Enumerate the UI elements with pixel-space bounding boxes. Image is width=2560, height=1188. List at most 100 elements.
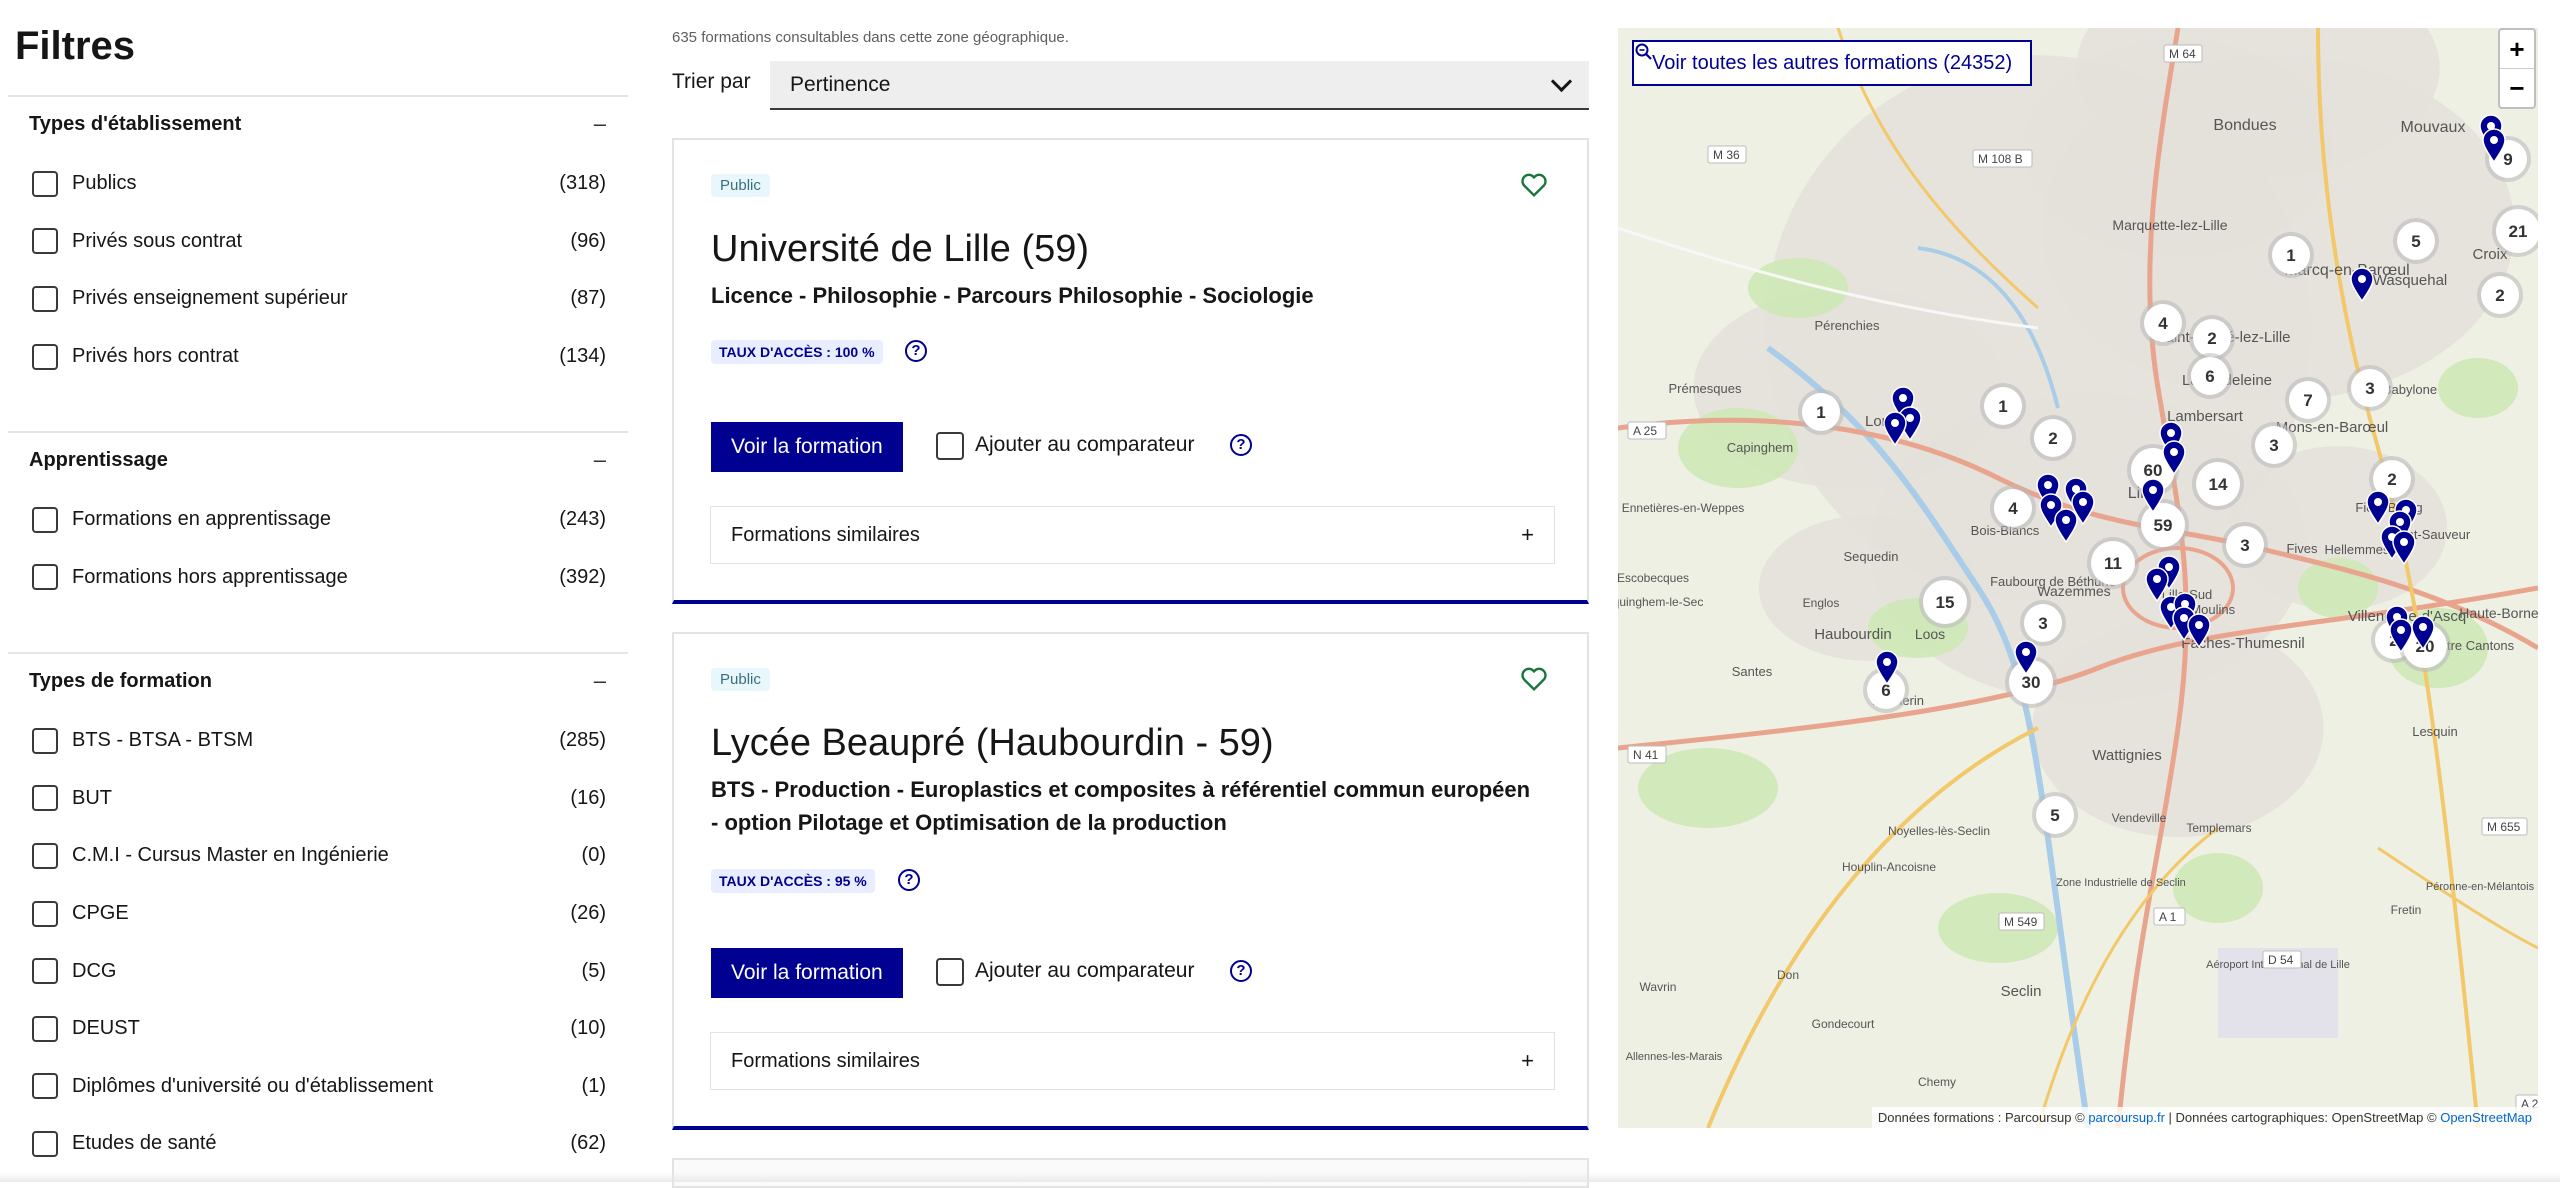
filter-item[interactable]: BTS - BTSA - BTSM (285) xyxy=(8,712,628,770)
filter-checkbox[interactable] xyxy=(32,785,58,812)
cluster-marker[interactable]: 7 xyxy=(2285,377,2331,423)
cluster-marker[interactable]: 1 xyxy=(1798,389,1844,435)
filter-item[interactable]: Privés sous contrat (96) xyxy=(8,213,628,271)
filter-section-header[interactable]: Types d'établissement – xyxy=(8,97,628,151)
filter-section-header[interactable]: Apprentissage – xyxy=(8,433,628,487)
collapse-icon[interactable]: – xyxy=(594,668,606,694)
map-view[interactable]: Bondues Mouvaux Croix Marquette-lez-Lille Ma… xyxy=(1618,28,2538,1128)
cluster-marker[interactable]: 59 xyxy=(2137,499,2189,551)
filter-checkbox[interactable] xyxy=(32,900,58,927)
collapse-icon[interactable]: – xyxy=(594,447,606,473)
cluster-marker[interactable]: 3 xyxy=(2020,600,2066,646)
filter-item[interactable]: Privés enseignement supérieur (87) xyxy=(8,270,628,328)
cluster-marker[interactable]: 14 xyxy=(2192,458,2244,510)
similar-formations-accordion[interactable]: Formations similaires + xyxy=(710,1032,1555,1090)
cluster-marker[interactable]: 6 xyxy=(2187,353,2233,399)
similar-formations-accordion[interactable]: Formations similaires + xyxy=(710,506,1555,564)
openstreetmap-link[interactable]: OpenStreetMap xyxy=(2440,1110,2532,1125)
help-icon[interactable]: ? xyxy=(1230,434,1252,456)
cluster-marker[interactable]: 3 xyxy=(2347,365,2393,411)
road-label: M 64 xyxy=(2169,47,2196,61)
cluster-count: 5 xyxy=(2411,232,2420,251)
place-label: Lambersart xyxy=(2167,408,2244,425)
place-label: Chemy xyxy=(1918,1075,1956,1089)
zoom-out-button[interactable]: − xyxy=(2500,69,2534,107)
filter-label: CPGE xyxy=(72,902,129,925)
parcoursup-link[interactable]: parcoursup.fr xyxy=(2088,1110,2165,1125)
cluster-marker[interactable]: 3 xyxy=(2251,422,2297,468)
cluster-marker[interactable]: 5 xyxy=(2032,792,2078,838)
filter-checkbox[interactable] xyxy=(32,564,58,591)
filter-checkbox[interactable] xyxy=(32,1073,58,1100)
cluster-marker[interactable]: 11 xyxy=(2087,537,2139,589)
sort-select[interactable]: Pertinence xyxy=(770,61,1589,110)
place-label: Wattignies xyxy=(2092,747,2161,764)
filter-checkbox[interactable] xyxy=(32,285,58,312)
filter-checkbox[interactable] xyxy=(32,958,58,985)
show-all-formations-button[interactable]: Voir toutes les autres formations (24352… xyxy=(1632,40,2033,86)
cluster-marker[interactable]: 4 xyxy=(2140,300,2186,346)
filter-item[interactable]: Privés hors contrat (134) xyxy=(8,328,628,386)
filter-item[interactable]: C.M.I - Cursus Master en Ingénierie (0) xyxy=(8,827,628,885)
collapse-icon[interactable]: – xyxy=(594,111,606,137)
filter-count: (96) xyxy=(570,229,606,252)
park-area xyxy=(2173,853,2263,923)
pin-dot xyxy=(2165,563,2173,571)
cluster-marker[interactable]: 15 xyxy=(1919,576,1971,628)
place-label: Haubourdin xyxy=(1814,626,1892,643)
place-label: Wavrin xyxy=(1640,980,1677,994)
filter-checkbox[interactable] xyxy=(32,1130,58,1157)
help-icon[interactable]: ? xyxy=(905,340,927,362)
filter-checkbox[interactable] xyxy=(32,170,58,197)
filter-item[interactable]: Formations en apprentissage (243) xyxy=(8,491,628,549)
help-icon[interactable]: ? xyxy=(898,869,920,891)
filter-checkbox[interactable] xyxy=(32,727,58,754)
road-label: M 549 xyxy=(2004,915,2038,929)
filter-item[interactable]: Formations hors apprentissage (392) xyxy=(8,549,628,607)
attribution-text: Données formations : Parcoursup © xyxy=(1877,1110,2085,1125)
compare-checkbox[interactable] xyxy=(936,432,964,460)
cluster-count: 21 xyxy=(2509,222,2528,241)
filter-count: (0) xyxy=(581,844,606,867)
road-label: D 54 xyxy=(2268,953,2294,967)
place-label: Pérenchies xyxy=(1814,318,1880,333)
filter-item[interactable]: CPGE (26) xyxy=(8,885,628,943)
filter-checkbox[interactable] xyxy=(32,1015,58,1042)
cluster-marker[interactable]: 5 xyxy=(2393,218,2439,264)
filter-item[interactable]: Publics (318) xyxy=(8,155,628,213)
cluster-marker[interactable]: 3 xyxy=(2222,522,2268,568)
map-canvas[interactable]: Bondues MouvauxCroixMarquette-lez-LilleMa… xyxy=(1618,28,2538,1128)
zoom-in-button[interactable]: + xyxy=(2500,30,2534,69)
view-formation-button[interactable]: Voir la formation xyxy=(711,948,903,998)
cluster-marker[interactable]: 1 xyxy=(1980,383,2026,429)
pin-dot xyxy=(2400,538,2408,546)
filter-item[interactable]: DEUST (10) xyxy=(8,1000,628,1058)
pin-dot xyxy=(2180,614,2188,622)
cluster-marker[interactable]: 2 xyxy=(2477,272,2523,318)
compare-checkbox[interactable] xyxy=(936,958,964,986)
filter-label: Privés enseignement supérieur xyxy=(72,287,348,310)
place-label: Prémesques xyxy=(1669,381,1742,396)
cluster-marker[interactable]: 1 xyxy=(2268,232,2314,278)
heart-icon[interactable] xyxy=(1521,667,1547,691)
filter-item[interactable]: Diplômes d'université ou d'établissement… xyxy=(8,1058,628,1116)
cluster-marker[interactable]: 4 xyxy=(1990,485,2036,531)
filter-count: (26) xyxy=(570,902,606,925)
cluster-count: 7 xyxy=(2303,391,2312,410)
filter-checkbox[interactable] xyxy=(32,228,58,255)
cluster-count: 3 xyxy=(2240,536,2249,555)
filter-item[interactable]: Etudes de santé (62) xyxy=(8,1115,628,1173)
cluster-marker[interactable]: 2 xyxy=(2030,415,2076,461)
filter-item[interactable]: DCG (5) xyxy=(8,942,628,1000)
filter-checkbox[interactable] xyxy=(32,343,58,370)
heart-icon[interactable] xyxy=(1521,173,1547,197)
filter-checkbox[interactable] xyxy=(32,842,58,869)
view-formation-button[interactable]: Voir la formation xyxy=(711,422,903,472)
park-area xyxy=(2438,358,2518,418)
filter-section-header[interactable]: Types de formation – xyxy=(8,654,628,708)
filter-checkbox[interactable] xyxy=(32,506,58,533)
filter-item[interactable]: BUT (16) xyxy=(8,770,628,828)
cluster-count: 1 xyxy=(2286,246,2295,265)
place-label: Seclin xyxy=(2001,983,2042,1000)
help-icon[interactable]: ? xyxy=(1230,960,1252,982)
